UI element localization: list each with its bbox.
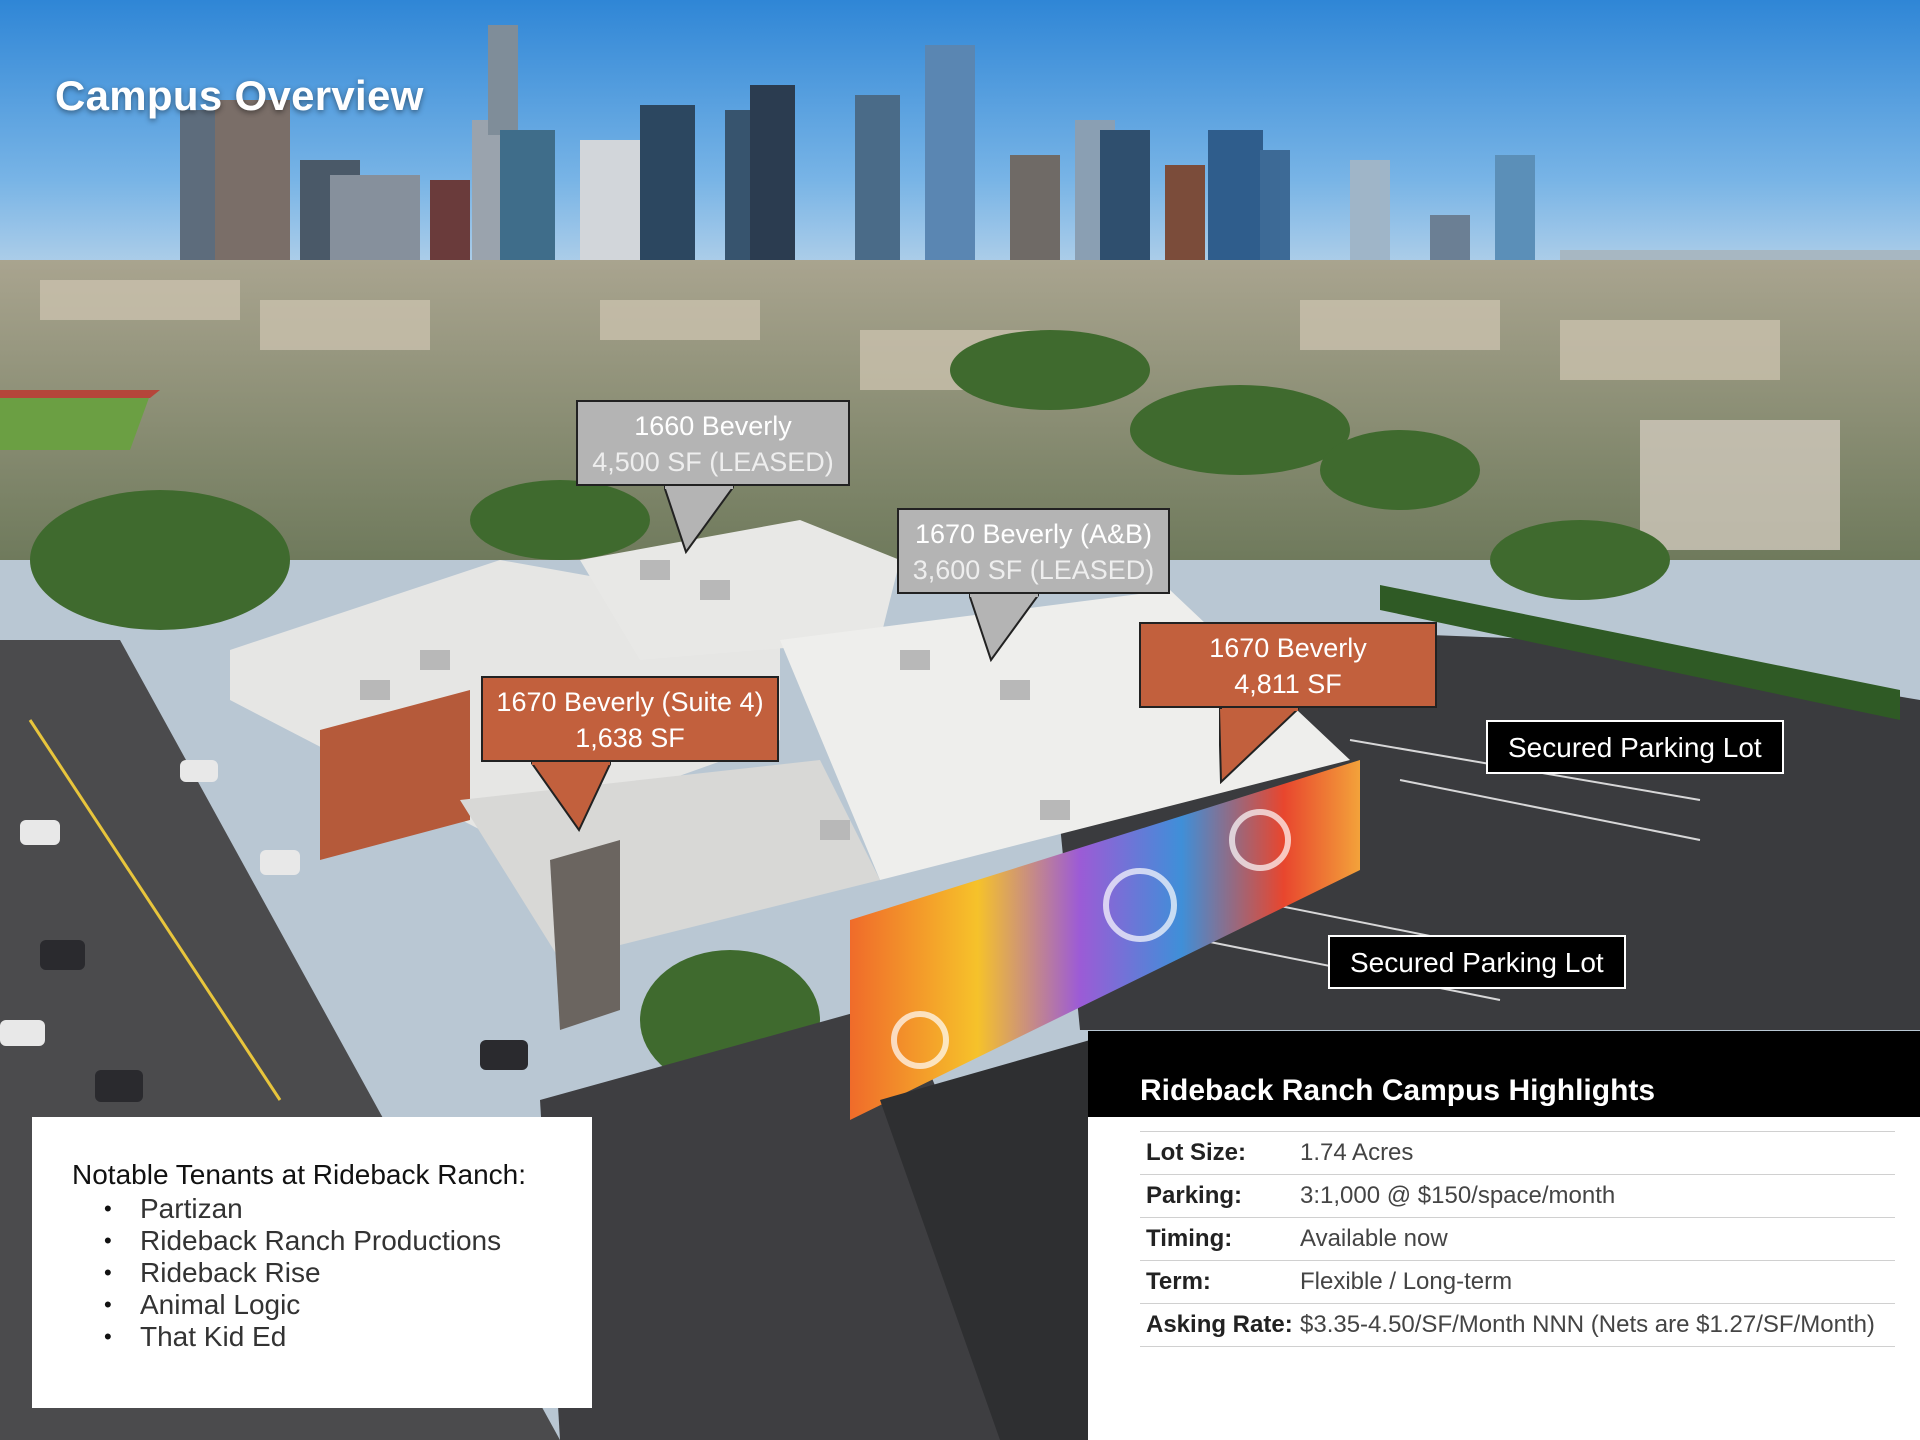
list-item: • Animal Logic <box>104 1289 301 1320</box>
row-value: 3:1,000 @ $150/space/month <box>1300 1174 1895 1218</box>
callout-building-name: 1670 Beverly (A&B) <box>914 519 1153 549</box>
bullet-icon: • <box>104 1260 112 1285</box>
secured-parking-lot-label-upper: Secured Parking Lot <box>1486 720 1784 774</box>
highlights-title: Rideback Ranch Campus Highlights <box>1088 1031 1920 1117</box>
list-item: • Rideback Ranch Productions <box>104 1225 502 1256</box>
table-row: Parking: 3:1,000 @ $150/space/month <box>1140 1174 1895 1218</box>
bullet-icon: • <box>104 1324 112 1349</box>
callout-pointer-icon <box>969 594 1039 662</box>
row-label: Term: <box>1140 1260 1300 1304</box>
row-label: Lot Size: <box>1140 1131 1300 1175</box>
bullet-icon: • <box>104 1292 112 1317</box>
bullet-icon: • <box>104 1228 112 1253</box>
callout-1660-beverly: 1660 Beverly 4,500 SF (LEASED) <box>576 400 850 554</box>
callout-building-name: 1670 Beverly (Suite 4) <box>496 687 764 717</box>
row-value: $3.35-4.50/SF/Month NNN (Nets are $1.27/… <box>1300 1303 1895 1347</box>
callout-pointer-icon <box>1219 708 1299 784</box>
notable-tenants-panel: Notable Tenants at Rideback Ranch: • Part… <box>32 1117 592 1408</box>
callout-1670-beverly: 1670 Beverly 4,811 SF <box>1139 622 1437 784</box>
row-label: Asking Rate: <box>1140 1303 1300 1347</box>
page-title: Campus Overview <box>55 72 424 119</box>
callout-square-footage: 1,638 SF <box>575 723 685 753</box>
row-value: 1.74 Acres <box>1300 1131 1895 1175</box>
list-item: • Rideback Rise <box>104 1257 321 1288</box>
list-item: • That Kid Ed <box>104 1321 287 1352</box>
tenants-list: • Partizan • Rideback Ranch Productions • R… <box>72 1193 592 1353</box>
callout-square-footage: 4,500 SF (LEASED) <box>592 447 834 477</box>
callout-square-footage: 3,600 SF (LEASED) <box>912 555 1155 585</box>
row-label: Parking: <box>1140 1174 1300 1218</box>
table-row: Lot Size: 1.74 Acres <box>1140 1131 1895 1175</box>
campus-highlights-panel: Rideback Ranch Campus Highlights Lot Siz… <box>1088 1031 1920 1440</box>
row-label: Timing: <box>1140 1217 1300 1261</box>
callout-1670-beverly-ab: 1670 Beverly (A&B) 3,600 SF (LEASED) <box>897 508 1170 662</box>
row-value: Available now <box>1300 1217 1895 1261</box>
highlights-table: Lot Size: 1.74 Acres Parking: 3:1,000 @ … <box>1140 1131 1895 1347</box>
callout-square-footage: 4,811 SF <box>1234 669 1342 699</box>
table-row: Timing: Available now <box>1140 1217 1895 1261</box>
secured-parking-lot-label-lower: Secured Parking Lot <box>1328 935 1626 989</box>
callout-pointer-icon <box>531 762 611 832</box>
table-row: Asking Rate: $3.35-4.50/SF/Month NNN (Ne… <box>1140 1303 1895 1347</box>
callout-building-name: 1660 Beverly <box>634 411 792 441</box>
bullet-icon: • <box>104 1196 112 1221</box>
table-row: Term: Flexible / Long-term <box>1140 1260 1895 1304</box>
callout-1670-beverly-suite-4: 1670 Beverly (Suite 4) 1,638 SF <box>481 676 779 832</box>
callout-pointer-icon <box>664 486 734 554</box>
tenants-heading: Notable Tenants at Rideback Ranch: <box>72 1159 526 1190</box>
list-item: • Partizan <box>104 1193 243 1224</box>
row-value: Flexible / Long-term <box>1300 1260 1895 1304</box>
callout-building-name: 1670 Beverly <box>1209 633 1367 663</box>
